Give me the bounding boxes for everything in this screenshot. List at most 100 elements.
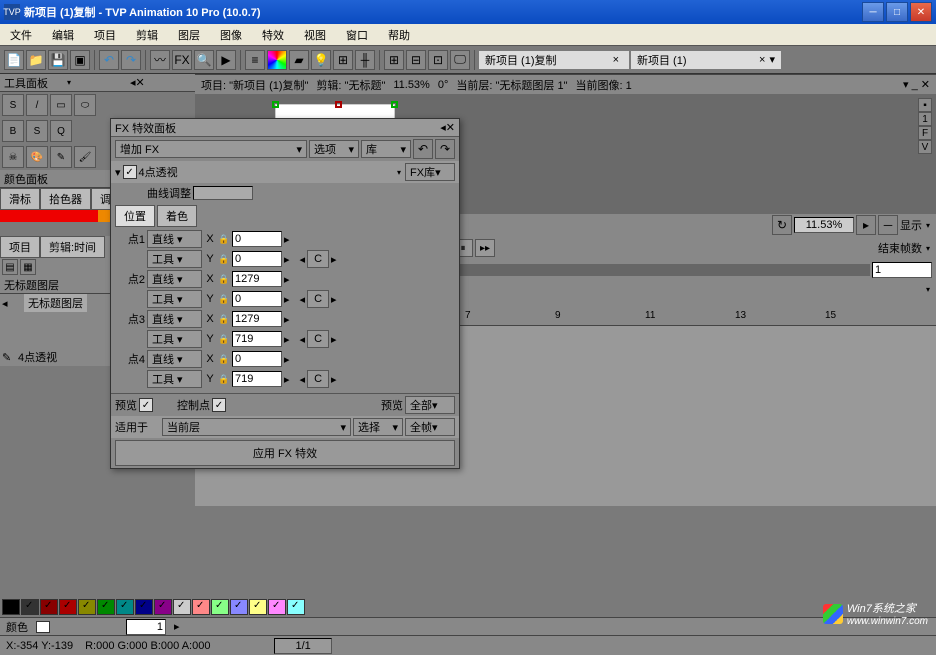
fx-enable-check[interactable]: ✓: [123, 165, 137, 179]
end-frame-input[interactable]: [872, 262, 932, 278]
color-swatch[interactable]: [2, 599, 20, 615]
minimize-button[interactable]: ─: [862, 2, 884, 22]
menu-help[interactable]: 帮助: [378, 24, 420, 46]
menu-layer[interactable]: 图层: [168, 24, 210, 46]
fx-toggle-icon[interactable]: ✎: [2, 351, 16, 364]
color-swatch[interactable]: [268, 599, 286, 615]
prev-point-icon[interactable]: ◂: [300, 293, 306, 306]
point-y-input[interactable]: [232, 371, 282, 387]
rotate-icon[interactable]: ↻: [772, 215, 792, 235]
menu-file[interactable]: 文件: [0, 24, 42, 46]
preview-check[interactable]: ✓: [139, 398, 153, 412]
tab-clip-left[interactable]: 剪辑:时间: [40, 236, 105, 258]
grid4-icon[interactable]: ⊡: [428, 50, 448, 70]
save-icon[interactable]: 💾: [48, 50, 68, 70]
c-button[interactable]: C: [307, 330, 329, 348]
point-x-input[interactable]: [232, 311, 282, 327]
point-x-input[interactable]: [232, 271, 282, 287]
menu-project[interactable]: 项目: [84, 24, 126, 46]
lock-icon[interactable]: 🔒: [218, 334, 230, 345]
color-swatch[interactable]: [59, 599, 77, 615]
color-swatch[interactable]: [116, 599, 134, 615]
undo-icon[interactable]: ↶: [99, 50, 119, 70]
b-tool-icon[interactable]: B: [2, 120, 24, 142]
layer-default[interactable]: 无标题图层: [24, 294, 87, 312]
menu-clip[interactable]: 剪辑: [126, 24, 168, 46]
mini-tool-2[interactable]: 1: [918, 112, 932, 126]
menu-view[interactable]: 视图: [294, 24, 336, 46]
apply-to-dropdown[interactable]: 当前层▾: [162, 418, 351, 436]
menu-window[interactable]: 窗口: [336, 24, 378, 46]
point-y-input[interactable]: [232, 251, 282, 267]
layer-vis-icon[interactable]: ▤: [2, 259, 18, 275]
zoom-icon[interactable]: 🔍: [194, 50, 214, 70]
grid-icon[interactable]: ⊞: [333, 50, 353, 70]
tab-sliders[interactable]: 滑标: [0, 188, 40, 210]
play-icon[interactable]: ▶: [216, 50, 236, 70]
fx-redo-icon[interactable]: ↷: [435, 139, 455, 159]
tab-close-icon[interactable]: ×: [755, 54, 769, 66]
project-tab-2[interactable]: 新项目 (1) × ▾: [631, 51, 781, 69]
color-swatch[interactable]: [287, 599, 305, 615]
pen-tool-icon[interactable]: ✎: [50, 146, 72, 168]
palette-tool-icon[interactable]: 🎨: [26, 146, 48, 168]
close-button[interactable]: ✕: [910, 2, 932, 22]
color-swatch[interactable]: [211, 599, 229, 615]
save-all-icon[interactable]: ▣: [70, 50, 90, 70]
q-tool-icon[interactable]: Q: [50, 120, 72, 142]
add-fx-dropdown[interactable]: 增加 FX▾: [115, 140, 307, 158]
tab-picker[interactable]: 拾色器: [40, 188, 91, 210]
point-x-input[interactable]: [232, 231, 282, 247]
fill-icon[interactable]: ▰: [289, 50, 309, 70]
fxlib-dropdown[interactable]: FX库▾: [405, 163, 455, 181]
color-swatch[interactable]: [249, 599, 267, 615]
lock-icon[interactable]: 🔒: [218, 234, 230, 245]
grid2-icon[interactable]: ⊞: [384, 50, 404, 70]
point-x-input[interactable]: [232, 351, 282, 367]
menu-image[interactable]: 图像: [210, 24, 252, 46]
screen-icon[interactable]: 🖵: [450, 50, 470, 70]
zoom-fit-icon[interactable]: ▸: [856, 215, 876, 235]
fx-icon[interactable]: FX: [172, 50, 192, 70]
brush-tool-icon[interactable]: 🖌: [74, 146, 96, 168]
line-dropdown[interactable]: 直线 ▾: [147, 310, 202, 328]
bottom-color-swatch[interactable]: [36, 621, 50, 633]
color-swatch[interactable]: [154, 599, 172, 615]
line-dropdown[interactable]: 直线 ▾: [147, 350, 202, 368]
line-tool-icon[interactable]: /: [26, 94, 48, 116]
frames-dropdown[interactable]: 全帧▾: [405, 418, 455, 436]
line-dropdown[interactable]: 直线 ▾: [147, 270, 202, 288]
lock-icon[interactable]: 🔒: [218, 294, 230, 305]
bottom-value-input[interactable]: [126, 619, 166, 635]
color-swatch[interactable]: [230, 599, 248, 615]
fx-undo-icon[interactable]: ↶: [413, 139, 433, 159]
tab-position[interactable]: 位置: [115, 205, 155, 227]
zoom-input[interactable]: [794, 217, 854, 233]
next-point-icon[interactable]: ▸: [331, 333, 337, 346]
prev-point-icon[interactable]: ◂: [300, 333, 306, 346]
new-icon[interactable]: 📄: [4, 50, 24, 70]
light-icon[interactable]: 💡: [311, 50, 331, 70]
mini-tool-f[interactable]: F: [918, 126, 932, 140]
measure-icon[interactable]: ╫: [355, 50, 375, 70]
lock-icon[interactable]: 🔒: [218, 354, 230, 365]
rect-tool-icon[interactable]: ▭: [50, 94, 72, 116]
next-point-icon[interactable]: ▸: [331, 373, 337, 386]
tool-panel-header[interactable]: 工具面板▾◂✕: [0, 74, 195, 92]
apply-fx-button[interactable]: 应用 FX 特效: [115, 440, 455, 466]
tool-dropdown[interactable]: 工具 ▾: [147, 370, 202, 388]
redo-icon[interactable]: ↷: [121, 50, 141, 70]
tool-dropdown[interactable]: 工具 ▾: [147, 290, 202, 308]
color-swatch[interactable]: [173, 599, 191, 615]
tab-close-icon[interactable]: ×: [609, 54, 623, 66]
freehand-tool-icon[interactable]: S: [2, 94, 24, 116]
project-tab-1[interactable]: 新项目 (1)复制 ×: [479, 51, 629, 69]
s-tool-icon[interactable]: S: [26, 120, 48, 142]
layer-lock-icon[interactable]: ▦: [20, 259, 36, 275]
zoom-out-icon[interactable]: ─: [878, 215, 898, 235]
ctrl-check[interactable]: ✓: [212, 398, 226, 412]
curve-preview[interactable]: [193, 186, 253, 200]
next-point-icon[interactable]: ▸: [331, 293, 337, 306]
tool-dropdown[interactable]: 工具 ▾: [147, 330, 202, 348]
collapse-icon[interactable]: ▾ _ ✕: [903, 78, 930, 91]
